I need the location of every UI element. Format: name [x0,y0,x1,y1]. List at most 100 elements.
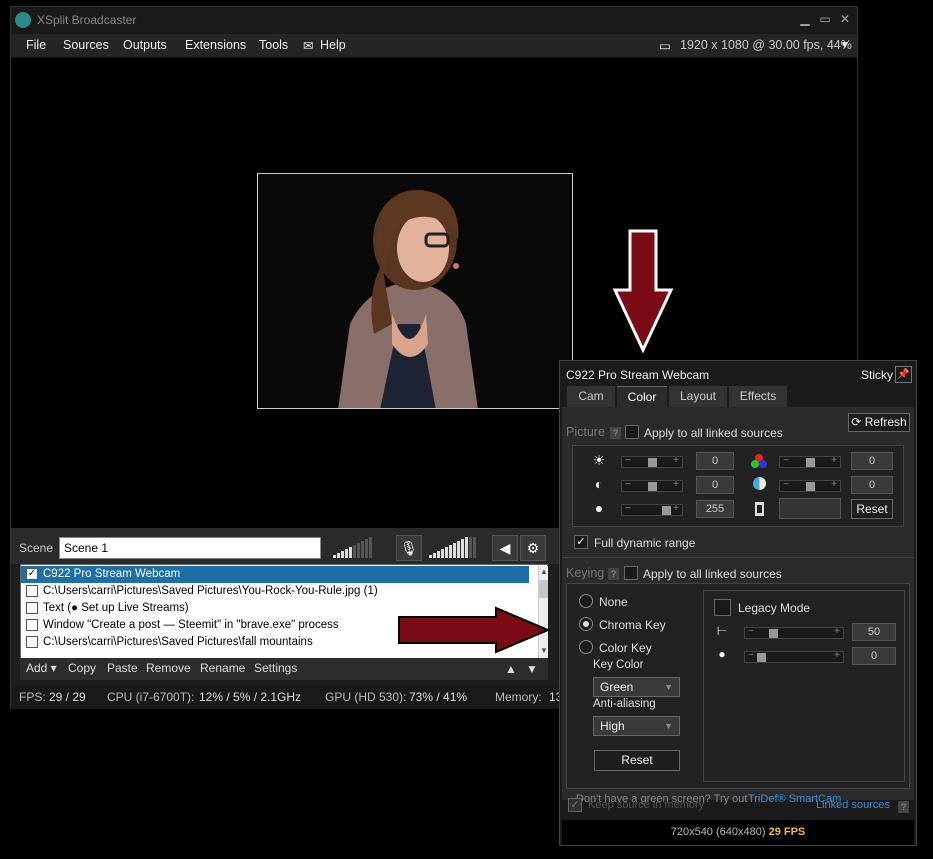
similarity-value[interactable]: 0 [852,647,896,665]
pin-icon[interactable]: 📌 [895,366,912,383]
source-item[interactable]: ✓ C922 Pro Stream Webcam [21,566,529,583]
chroma-key-radio[interactable] [579,617,593,631]
mic-volume-meter[interactable] [333,537,373,559]
gear-icon[interactable]: ⚙ [520,535,546,561]
hue-slider[interactable]: − + [779,455,841,468]
speaker-icon[interactable]: ◀ [492,535,518,561]
contrast-value[interactable]: 0 [696,476,734,494]
menu-outputs[interactable]: Outputs [123,38,167,52]
source-checkbox[interactable]: ✓ [26,568,38,580]
source-checkbox[interactable] [26,585,38,597]
title-bar: XSplit Broadcaster ▁ ▭ ✕ [11,7,857,34]
keying-none-label: None [599,595,628,609]
key-color-label: Key Color [593,659,644,671]
scene-name-input[interactable]: Scene 1 [59,537,321,559]
contrast-slider[interactable]: − + [621,479,683,492]
contrast-icon: ◐ [594,476,604,492]
refresh-button[interactable]: ⟳ Refresh [848,413,910,432]
webcam-video[interactable] [257,173,573,409]
threshold-value[interactable]: 50 [852,623,896,641]
minimize-button[interactable]: ▁ [797,12,813,26]
keying-none-radio[interactable] [579,594,593,608]
speaker-volume-meter[interactable] [429,537,477,559]
move-down-icon[interactable]: ▼ [526,662,538,676]
gamma-icon [755,502,764,516]
brightness-value[interactable]: 0 [696,452,734,470]
microphone-icon[interactable]: 🎙 [396,535,422,561]
keep-memory-checkbox[interactable]: ✓ [568,798,582,812]
menu-sources[interactable]: Sources [63,38,109,52]
keying-reset-button[interactable]: Reset [594,750,680,771]
panel-title: C922 Pro Stream Webcam [566,368,710,382]
close-button[interactable]: ✕ [837,12,853,26]
hue-icon [751,454,767,468]
brightness-slider[interactable]: − + [621,455,683,468]
full-range-checkbox[interactable]: ✓ [574,535,588,549]
copy-button[interactable]: Copy [68,661,96,675]
keying-apply-all-checkbox[interactable] [624,566,638,580]
move-up-icon[interactable]: ▲ [505,662,517,676]
key-color-select[interactable]: Green ▼ [593,677,680,697]
fps-label: FPS: [19,690,46,704]
legacy-mode-checkbox[interactable] [714,599,731,616]
source-resolution: 720x540 (640x480) [670,826,766,838]
keying-apply-all-label: Apply to all linked sources [643,567,782,581]
source-checkbox[interactable] [26,619,38,631]
remove-button[interactable]: Remove [146,661,191,675]
color-tab-body: ⟳ Refresh Picture ? Apply to all linked … [562,407,914,805]
help-icon[interactable]: ? [898,801,909,813]
tab-effects[interactable]: Effects [729,386,787,407]
source-item[interactable]: C:\Users\carri\Pictures\Saved Pictures\Y… [21,583,529,600]
help-icon[interactable]: ? [608,568,619,580]
menu-file[interactable]: File [26,38,46,52]
memory-label: Memory: [495,690,542,704]
color-swatch-input[interactable] [779,498,841,519]
color-balance-slider[interactable]: − + [779,479,841,492]
help-icon[interactable]: ? [610,427,621,439]
tab-layout[interactable]: Layout [669,386,727,407]
keying-box: None Chroma Key Color Key Key Color Gree… [566,583,910,789]
source-checkbox[interactable] [26,602,38,614]
tab-color[interactable]: Color [617,386,667,407]
source-checkbox[interactable] [26,636,38,648]
antialiasing-select[interactable]: High ▼ [593,716,680,736]
menu-help[interactable]: Help [320,38,346,52]
source-properties-panel: C922 Pro Stream Webcam Sticky 📌 Cam Colo… [559,360,917,846]
color-key-radio[interactable] [579,640,593,654]
menu-extensions[interactable]: Extensions [185,38,246,52]
down-arrow-annotation [612,229,674,354]
hue-value[interactable]: 0 [851,452,893,470]
resolution-dropdown-icon[interactable]: ▼ [840,40,850,51]
rename-button[interactable]: Rename [200,661,245,675]
keying-heading: Keying [566,566,605,580]
similarity-slider[interactable]: − + [744,650,844,663]
color-key-label: Color Key [599,641,652,655]
scroll-up-icon[interactable]: ▲ [540,567,548,576]
saturation-value[interactable]: 255 [696,500,734,518]
scroll-thumb[interactable] [539,580,548,598]
section-divider [562,557,914,558]
paste-button[interactable]: Paste [107,661,138,675]
resolution-info[interactable]: 1920 x 1080 @ 30.00 fps, 44% [680,38,852,52]
panel-footer: 720x540 (640x480) 29 FPS [562,820,914,845]
settings-button[interactable]: Settings [254,661,297,675]
picture-apply-all-checkbox[interactable] [625,425,639,439]
linked-sources-link[interactable]: Linked sources [816,799,890,811]
picture-controls-box: ☀ − + 0 ◐ − + 0 ● − + 255 − + 0 − + 0 Reset [572,445,904,527]
legacy-mode-label: Legacy Mode [738,601,811,615]
saturation-slider[interactable]: − + [621,503,683,516]
picture-apply-all-label: Apply to all linked sources [644,426,783,440]
monitor-icon: ▭ [659,39,671,53]
picture-reset-button[interactable]: Reset [851,499,893,519]
scene-label: Scene [19,541,54,555]
similarity-icon: ● [718,647,726,661]
menu-tools[interactable]: Tools [259,38,288,52]
menu-bar: File Sources Outputs Extensions Tools ✉ … [11,34,857,58]
color-balance-value[interactable]: 0 [851,476,893,494]
maximize-button[interactable]: ▭ [817,12,833,26]
chevron-down-icon: ▼ [664,682,673,692]
threshold-slider[interactable]: − + [744,626,844,639]
tab-cam[interactable]: Cam [567,386,615,407]
add-button[interactable]: Add ▾ [26,661,57,675]
sticky-label: Sticky [861,368,894,382]
